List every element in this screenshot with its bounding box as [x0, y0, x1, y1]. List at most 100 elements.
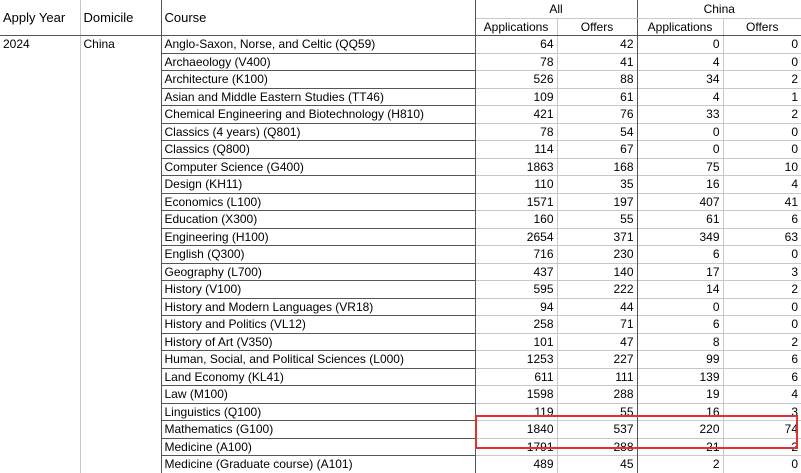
cell-course[interactable]: History and Modern Languages (VR18)	[160, 297, 476, 316]
cell-all-offers[interactable]: 76	[556, 105, 637, 123]
cell-domicile[interactable]: China	[79, 35, 161, 473]
cell-all-offers[interactable]: 222	[556, 280, 637, 298]
cell-china-offers[interactable]: 3	[722, 402, 801, 421]
cell-course[interactable]: History and Politics (VL12)	[160, 315, 476, 333]
cell-all-offers[interactable]: 227	[556, 350, 637, 368]
cell-china-offers[interactable]: 0	[722, 140, 801, 158]
cell-china-offers[interactable]: 10	[722, 157, 801, 176]
table-row[interactable]: 2024 China Anglo-Saxon, Norse, and Celtic …	[0, 35, 801, 473]
cell-all-applications[interactable]: 489	[475, 455, 557, 473]
cell-all-offers[interactable]: 41	[556, 52, 637, 71]
cell-all-offers[interactable]: 54	[556, 122, 637, 141]
cell-china-applications[interactable]: 16	[636, 402, 723, 421]
cell-course[interactable]: Architecture (K100)	[160, 70, 476, 88]
cell-all-applications[interactable]: 716	[475, 245, 557, 263]
header-china-applications[interactable]: Applications	[636, 18, 723, 36]
cell-course[interactable]: Law (M100)	[160, 385, 476, 403]
cell-china-applications[interactable]: 33	[636, 105, 723, 123]
cell-all-applications[interactable]: 119	[475, 402, 557, 421]
header-group-all[interactable]: All	[475, 0, 637, 19]
cell-all-applications[interactable]: 78	[475, 122, 557, 141]
cell-china-offers[interactable]: 0	[722, 455, 801, 473]
cell-course[interactable]: Computer Science (G400)	[160, 157, 476, 176]
cell-china-offers[interactable]: 2	[722, 105, 801, 123]
cell-course[interactable]: English (Q300)	[160, 245, 476, 263]
cell-all-offers[interactable]: 71	[556, 315, 637, 333]
cell-all-applications[interactable]: 258	[475, 315, 557, 333]
cell-course[interactable]: Mathematics (G100)	[160, 420, 476, 438]
cell-all-applications[interactable]: 78	[475, 52, 557, 71]
cell-china-applications[interactable]: 6	[636, 245, 723, 263]
cell-china-applications[interactable]: 4	[636, 52, 723, 71]
cell-course[interactable]: Archaeology (V400)	[160, 52, 476, 71]
cell-all-applications[interactable]: 1598	[475, 385, 557, 403]
cell-china-offers[interactable]: 1	[722, 87, 801, 106]
cell-all-applications[interactable]: 1791	[475, 437, 557, 456]
cell-all-applications[interactable]: 94	[475, 297, 557, 316]
cell-china-offers[interactable]: 6	[722, 210, 801, 228]
cell-course[interactable]: Economics (L100)	[160, 192, 476, 211]
cell-china-applications[interactable]: 21	[636, 437, 723, 456]
cell-all-offers[interactable]: 140	[556, 262, 637, 281]
cell-china-offers[interactable]: 2	[722, 437, 801, 456]
cell-china-offers[interactable]: 2	[722, 332, 801, 351]
cell-china-applications[interactable]: 17	[636, 262, 723, 281]
cell-china-offers[interactable]: 0	[722, 315, 801, 333]
cell-all-offers[interactable]: 197	[556, 192, 637, 211]
header-china-offers[interactable]: Offers	[722, 18, 801, 36]
cell-all-offers[interactable]: 88	[556, 70, 637, 88]
cell-all-applications[interactable]: 160	[475, 210, 557, 228]
cell-china-offers[interactable]: 41	[722, 192, 801, 211]
cell-all-applications[interactable]: 109	[475, 87, 557, 106]
cell-all-applications[interactable]: 595	[475, 280, 557, 298]
cell-course[interactable]: Chemical Engineering and Biotechnology (…	[160, 105, 476, 123]
cell-china-applications[interactable]: 19	[636, 385, 723, 403]
cell-china-offers[interactable]: 6	[722, 367, 801, 386]
cell-all-applications[interactable]: 437	[475, 262, 557, 281]
cell-all-applications[interactable]: 1253	[475, 350, 557, 368]
cell-all-offers[interactable]: 45	[556, 455, 637, 473]
cell-china-offers[interactable]: 4	[722, 385, 801, 403]
cell-china-applications[interactable]: 4	[636, 87, 723, 106]
header-course[interactable]: Course	[160, 0, 476, 36]
cell-course[interactable]: Education (X300)	[160, 210, 476, 228]
cell-all-applications[interactable]: 110	[475, 175, 557, 193]
cell-all-offers[interactable]: 111	[556, 367, 637, 386]
header-all-applications[interactable]: Applications	[475, 18, 557, 36]
cell-china-applications[interactable]: 0	[636, 35, 723, 53]
cell-china-offers[interactable]: 0	[722, 52, 801, 71]
cell-course[interactable]: History of Art (V350)	[160, 332, 476, 351]
cell-all-offers[interactable]: 537	[556, 420, 637, 438]
cell-china-offers[interactable]: 3	[722, 262, 801, 281]
cell-all-applications[interactable]: 611	[475, 367, 557, 386]
header-apply-year[interactable]: Apply Year	[0, 0, 80, 36]
cell-all-applications[interactable]: 64	[475, 36, 557, 54]
cell-course[interactable]: Anglo-Saxon, Norse, and Celtic (QQ59)	[160, 35, 476, 53]
cell-china-applications[interactable]: 0	[636, 122, 723, 141]
cell-china-applications[interactable]: 220	[636, 420, 723, 438]
cell-course[interactable]: Medicine (A100)	[160, 437, 476, 456]
cell-apply-year[interactable]: 2024	[0, 36, 80, 473]
cell-all-offers[interactable]: 371	[556, 227, 637, 246]
cell-china-offers[interactable]: 0	[722, 297, 801, 316]
cell-all-offers[interactable]: 42	[556, 35, 637, 53]
cell-all-applications[interactable]: 526	[475, 70, 557, 88]
cell-all-offers[interactable]: 168	[556, 157, 637, 176]
cell-all-offers[interactable]: 55	[556, 402, 637, 421]
cell-all-offers[interactable]: 44	[556, 297, 637, 316]
cell-course[interactable]: Classics (4 years) (Q801)	[160, 122, 476, 141]
cell-china-offers[interactable]: 0	[722, 122, 801, 141]
cell-china-applications[interactable]: 14	[636, 280, 723, 298]
cell-course[interactable]: Asian and Middle Eastern Studies (TT46)	[160, 87, 476, 106]
cell-china-offers[interactable]: 2	[722, 70, 801, 88]
cell-china-applications[interactable]: 139	[636, 367, 723, 386]
cell-china-applications[interactable]: 8	[636, 332, 723, 351]
cell-all-offers[interactable]: 35	[556, 175, 637, 193]
cell-course[interactable]: Geography (L700)	[160, 262, 476, 281]
cell-china-offers[interactable]: 74	[722, 420, 801, 438]
cell-course[interactable]: Human, Social, and Political Sciences (L…	[160, 350, 476, 368]
cell-course[interactable]: History (V100)	[160, 280, 476, 298]
cell-all-offers[interactable]: 288	[556, 385, 637, 403]
cell-all-offers[interactable]: 61	[556, 87, 637, 106]
cell-all-applications[interactable]: 421	[475, 105, 557, 123]
